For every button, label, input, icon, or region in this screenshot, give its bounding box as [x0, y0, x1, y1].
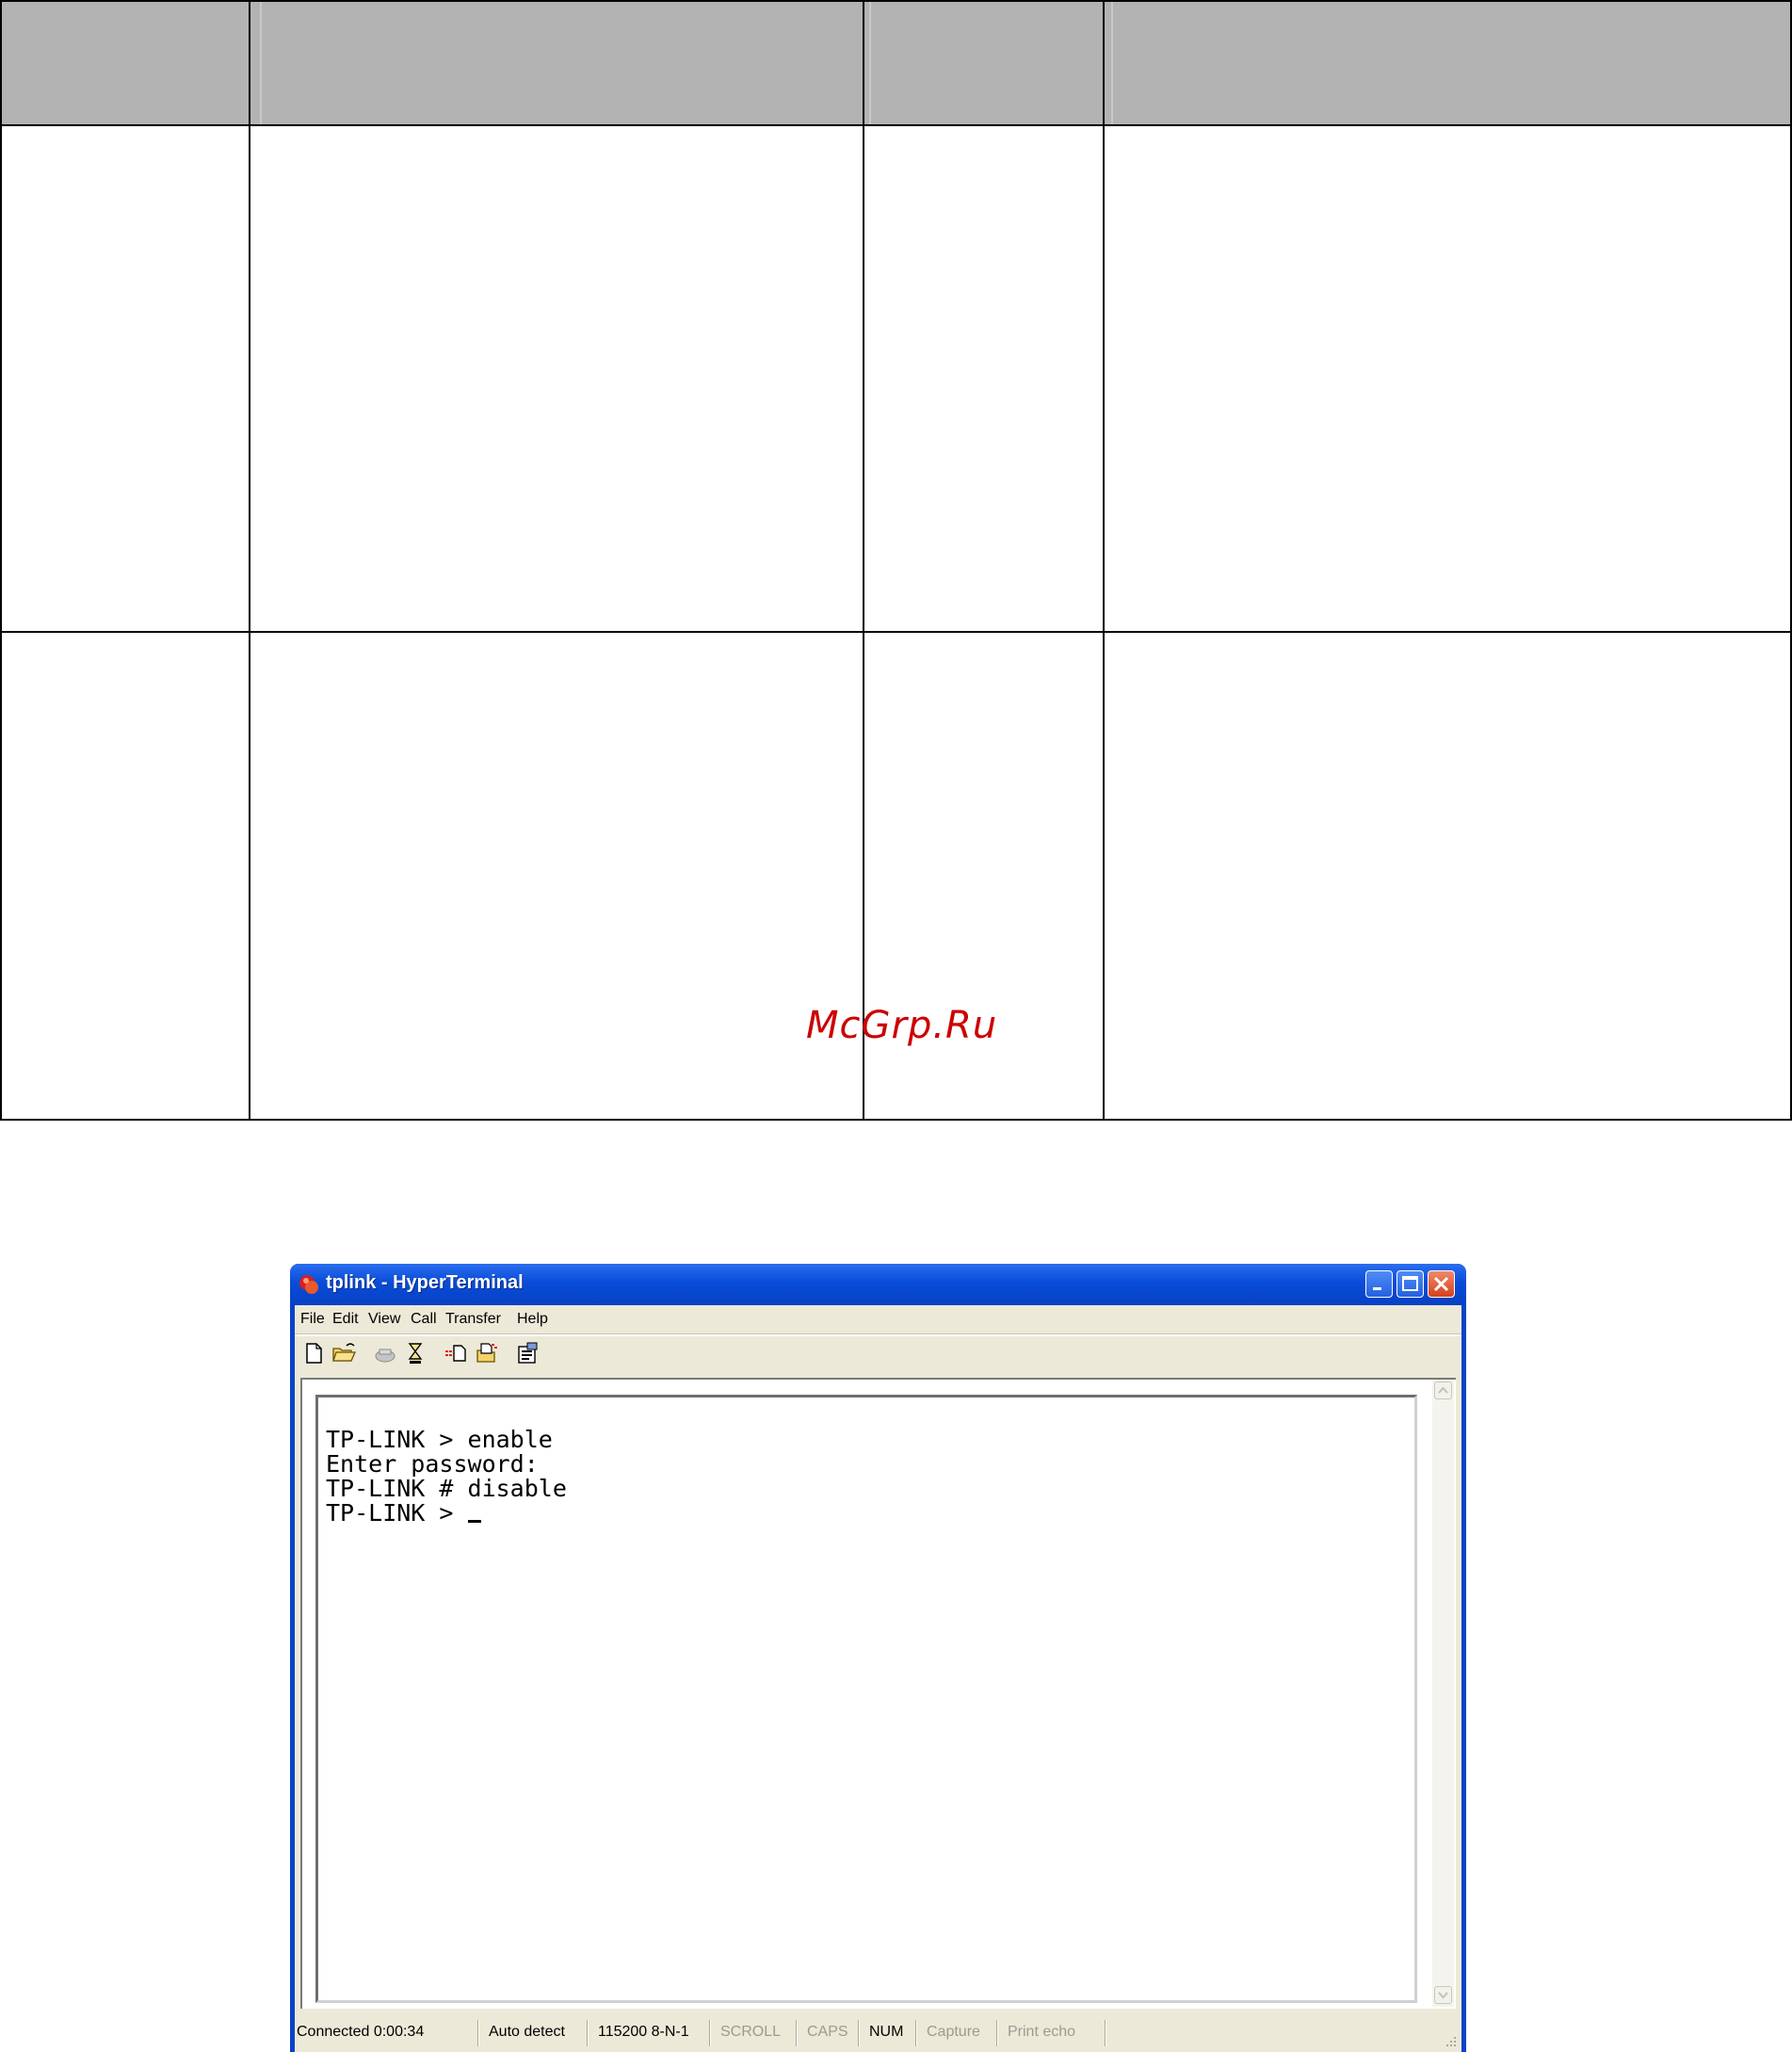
- status-caps: CAPS: [807, 2024, 848, 2040]
- menu-file[interactable]: File: [300, 1311, 325, 1328]
- send-icon[interactable]: [444, 1340, 470, 1366]
- vertical-scrollbar[interactable]: [1432, 1380, 1454, 2007]
- window-title: tplink - HyperTerminal: [326, 1272, 524, 1293]
- toolbar: [295, 1336, 1461, 1372]
- receive-icon[interactable]: [474, 1340, 500, 1366]
- status-capture: Capture: [927, 2024, 980, 2040]
- hyperterminal-app-icon: [299, 1275, 318, 1294]
- new-connection-icon[interactable]: [300, 1340, 327, 1366]
- status-divider: [1105, 2020, 1106, 2046]
- terminal-line: TP-LINK # disable: [326, 1475, 567, 1502]
- status-divider: [709, 2020, 711, 2046]
- status-port-settings: 115200 8-N-1: [598, 2024, 689, 2040]
- status-scroll: SCROLL: [720, 2024, 782, 2040]
- table-row-divider: [0, 631, 1792, 633]
- menu-transfer[interactable]: Transfer: [445, 1311, 501, 1328]
- properties-icon[interactable]: [515, 1340, 541, 1366]
- menu-edit[interactable]: Edit: [332, 1311, 359, 1328]
- text-cursor: [467, 1520, 481, 1523]
- terminal-output: TP-LINK > enable Enter password: TP-LINK…: [326, 1428, 567, 1526]
- header-divider: [260, 2, 262, 125]
- table-border-left: [0, 0, 2, 1121]
- table-column-divider: [1103, 0, 1105, 1121]
- status-connection-time: Connected 0:00:34: [297, 2024, 425, 2040]
- status-divider: [996, 2020, 998, 2046]
- close-icon: [1433, 1276, 1449, 1292]
- status-divider: [587, 2020, 589, 2046]
- resize-grip-icon[interactable]: [1443, 2033, 1458, 2048]
- menu-help[interactable]: Help: [517, 1311, 548, 1328]
- close-button[interactable]: [1428, 1270, 1455, 1298]
- header-divider: [869, 2, 871, 125]
- terminal-screen[interactable]: TP-LINK > enable Enter password: TP-LINK…: [315, 1395, 1417, 2003]
- table-border-bottom: [0, 1119, 1792, 1121]
- table-row-divider: [0, 124, 1792, 126]
- maximize-icon: [1402, 1276, 1418, 1291]
- table-column-divider: [863, 0, 864, 1121]
- status-divider: [915, 2020, 917, 2046]
- chevron-up-icon: [1438, 1386, 1448, 1394]
- open-icon[interactable]: [331, 1340, 357, 1366]
- hyperterminal-window: tplink - HyperTerminal File Edit View Ca…: [290, 1264, 1466, 2052]
- minimize-icon: [1373, 1287, 1381, 1290]
- status-auto-detect: Auto detect: [489, 2024, 565, 2040]
- watermark: McGrp.Ru: [806, 1004, 998, 1047]
- header-divider: [1111, 2, 1113, 125]
- title-bar[interactable]: tplink - HyperTerminal: [290, 1264, 1466, 1305]
- minimize-button[interactable]: [1365, 1270, 1393, 1298]
- terminal-line: TP-LINK > enable: [326, 1426, 553, 1453]
- terminal-pane[interactable]: TP-LINK > enable Enter password: TP-LINK…: [300, 1378, 1456, 2009]
- maximize-button[interactable]: [1396, 1270, 1424, 1298]
- status-bar: Connected 0:00:34 Auto detect 115200 8-N…: [295, 2016, 1461, 2052]
- status-divider: [796, 2020, 798, 2046]
- table-header-row: [0, 0, 1792, 125]
- status-divider: [858, 2020, 860, 2046]
- window-client-area: File Edit View Call Transfer Help TP-LIN…: [295, 1305, 1461, 2052]
- call-icon[interactable]: [372, 1340, 398, 1366]
- scroll-down-button[interactable]: [1434, 1986, 1452, 2004]
- terminal-line: Enter password:: [326, 1450, 539, 1478]
- table-column-divider: [249, 0, 250, 1121]
- menu-bar: File Edit View Call Transfer Help: [295, 1305, 1461, 1333]
- terminal-line: TP-LINK >: [326, 1499, 468, 1527]
- table-border-top: [0, 0, 1792, 2]
- menu-call[interactable]: Call: [411, 1311, 437, 1328]
- status-print-echo: Print echo: [1008, 2024, 1076, 2040]
- scroll-up-button[interactable]: [1434, 1381, 1452, 1399]
- disconnect-icon[interactable]: [402, 1340, 428, 1366]
- menu-view[interactable]: View: [368, 1311, 400, 1328]
- status-divider: [477, 2020, 479, 2046]
- document-table: McGrp.Ru: [0, 0, 1792, 1121]
- status-num: NUM: [869, 2024, 904, 2040]
- chevron-down-icon: [1438, 1992, 1448, 1999]
